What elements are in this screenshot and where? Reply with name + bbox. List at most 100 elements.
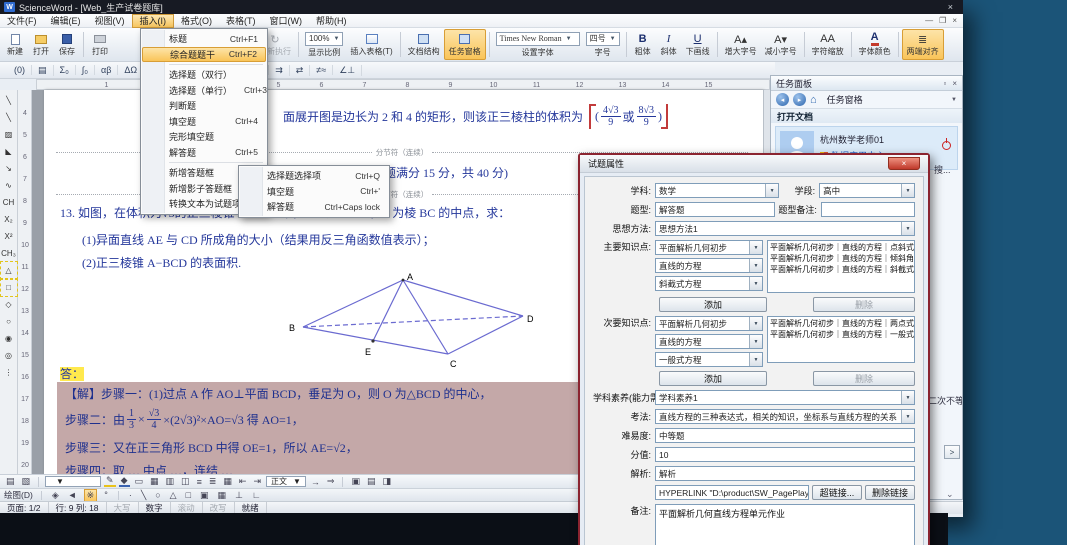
view-mode-icon[interactable]: ◨ <box>380 476 393 487</box>
indent-decrease-icon[interactable]: ⇤ <box>237 476 249 487</box>
menu-insert[interactable]: 插入(I) <box>132 14 175 28</box>
circle-tool-icon[interactable]: ○ <box>153 490 162 500</box>
draw-menu-button[interactable]: 绘图(D) <box>4 489 33 501</box>
primary-delete-button[interactable]: 删除 <box>813 297 915 312</box>
dialog-close-button[interactable]: × <box>888 157 920 170</box>
forward-button[interactable]: ▸ <box>793 93 806 106</box>
menu-item-choice-single[interactable]: 选择题（单行）Ctrl+3 <box>142 83 266 99</box>
menu-file[interactable]: 文件(F) <box>0 14 44 28</box>
mdi-minimize-icon[interactable]: — <box>925 16 933 25</box>
remark-textarea[interactable]: 平面解析几何直线方程单元作业 <box>655 504 915 545</box>
italic-button[interactable]: I斜体 <box>656 29 682 60</box>
shading-icon[interactable]: ▦ <box>148 476 161 487</box>
pane-selector[interactable]: 任务窗格 <box>827 93 863 106</box>
secondary-dd-1[interactable]: 平面解析几何初步 <box>655 316 763 331</box>
vertical-ruler[interactable]: 4567891011121314151617181920 <box>18 90 32 474</box>
secondary-knowledge-list[interactable]: 平面解析几何初步｜直线的方程｜两点式方程平面解析几何初步｜直线的方程｜一般式方程 <box>767 316 915 363</box>
table-grid-icon[interactable]: ▦ <box>221 476 234 487</box>
difficulty-input[interactable]: 中等题 <box>655 428 915 443</box>
secondary-delete-button[interactable]: 删除 <box>813 371 915 386</box>
secondary-dd-3[interactable]: 一般式方程 <box>655 352 763 367</box>
primary-dd-2[interactable]: 直线的方程 <box>655 258 763 273</box>
grow-font-button[interactable]: A▴增大字号 <box>721 29 761 60</box>
hyperlink-button[interactable]: 超链接... <box>812 485 862 500</box>
menu-view[interactable]: 视图(V) <box>88 14 132 28</box>
justify-button[interactable]: ≣两端对齐 <box>902 29 944 60</box>
save-button[interactable]: 保存 <box>54 29 80 60</box>
menu-item-fill-blank[interactable]: 填空题Ctrl+4 <box>142 114 266 130</box>
format-clear-icon[interactable]: ▧ <box>20 476 33 487</box>
stage-select[interactable]: 高中 <box>819 183 915 198</box>
align-justify-icon[interactable]: ≣ <box>207 476 219 487</box>
open-button[interactable]: 打开 <box>28 29 54 60</box>
quick-style-select[interactable]: ▼ <box>45 476 101 487</box>
shrink-font-button[interactable]: A▾减小字号 <box>761 29 801 60</box>
pushpin-icon[interactable]: ◄ <box>66 490 79 500</box>
mdi-restore-icon[interactable]: ❐ <box>939 16 946 25</box>
border-icon[interactable]: ▭ <box>133 476 146 487</box>
image-tool-icon[interactable]: ▣ <box>198 490 211 501</box>
panel-scroll-icon[interactable]: ⌄ <box>946 489 954 500</box>
menu-edit[interactable]: 编辑(E) <box>44 14 88 28</box>
menu-item-composite-stem[interactable]: 综合题题干Ctrl+F2 <box>142 47 266 63</box>
window-close-button[interactable]: × <box>942 2 959 12</box>
panel-search-sliver[interactable]: 搜... <box>934 163 962 176</box>
kaofa-select[interactable]: 直线方程的三种表达式，相关的知识，坐标系与直线方程的关系 <box>655 409 915 424</box>
menu-window[interactable]: 窗口(W) <box>263 14 310 28</box>
qtype-input[interactable]: 解答题 <box>655 202 775 217</box>
menu-item-cloze[interactable]: 完形填空题 <box>142 129 266 145</box>
menu-table[interactable]: 表格(T) <box>219 14 263 28</box>
chart-tool-icon[interactable]: ▦ <box>216 490 229 501</box>
logout-power-icon[interactable] <box>942 141 951 150</box>
mdi-close-icon[interactable]: × <box>952 16 957 25</box>
task-pane-button[interactable]: 任务窗格 <box>444 29 486 60</box>
literacy-select[interactable]: 学科素养1 <box>655 390 915 405</box>
method-select[interactable]: 思想方法1 <box>655 221 915 236</box>
submenu-item-choice-option[interactable]: 选择题选择项Ctrl+Q <box>240 168 388 184</box>
submenu-item-free-response[interactable]: 解答题Ctrl+Caps lock <box>240 199 388 215</box>
new-button[interactable]: 新建 <box>2 29 28 60</box>
select-object-icon[interactable]: ◈ <box>50 490 61 501</box>
hyperlink-input[interactable]: HYPERLINK "D:\product\SW_PagePlayer说明书_H… <box>655 485 809 500</box>
secondary-add-button[interactable]: 添加 <box>659 371 767 386</box>
angle-mark-icon[interactable]: ∟ <box>250 490 263 500</box>
format-painter-icon[interactable]: ▤ <box>4 476 17 487</box>
pin-icon[interactable]: ▫ <box>943 79 946 88</box>
drawing-tools-sidebar[interactable]: ╲╲▨◣↘∿CHX₂X²CH₃△□◇○◉◎⋮ <box>0 90 18 474</box>
symbol-toolbar[interactable]: (0)▤Σ₀∫₀αβΔΩ∀ℏ+×∈≤∧∨+∞⇉⇄≠≈∠⊥ <box>0 62 775 79</box>
zoom-select[interactable]: 100%▼ <box>305 32 343 46</box>
menu-item-choice-double[interactable]: 选择题（双行） <box>142 67 266 83</box>
perpendicular-icon[interactable]: ⊥ <box>233 490 245 501</box>
paragraph-style-select[interactable]: 正文▼ <box>266 476 306 487</box>
rect-tool-icon[interactable]: □ <box>184 490 193 500</box>
char-scale-button[interactable]: AA字符缩放 <box>808 29 848 60</box>
fill-color-icon[interactable]: ◆ <box>119 476 130 487</box>
panel-next-button[interactable]: > <box>944 445 960 459</box>
score-input[interactable]: 10 <box>655 447 915 462</box>
menu-item-free-response[interactable]: 解答题Ctrl+5 <box>142 145 266 161</box>
columns-icon[interactable]: ◫ <box>179 476 192 487</box>
menu-item-title[interactable]: 标题Ctrl+F1 <box>142 31 266 47</box>
subject-select[interactable]: 数学 <box>655 183 779 198</box>
double-arrow-icon[interactable]: ⇒ <box>325 476 337 487</box>
triangle-tool-icon[interactable]: △ <box>168 490 179 501</box>
chevron-down-icon[interactable]: ▼ <box>951 97 957 103</box>
insert-table-button[interactable]: 插入表格(T) <box>346 29 396 60</box>
line-tool-icon[interactable]: ╲ <box>139 490 148 501</box>
bold-button[interactable]: B粗体 <box>630 29 656 60</box>
secondary-dd-2[interactable]: 直线的方程 <box>655 334 763 349</box>
indent-increase-icon[interactable]: ⇥ <box>251 476 263 487</box>
angle-icon[interactable]: ° <box>102 490 110 500</box>
arrow-right-icon[interactable]: → <box>309 477 322 487</box>
primary-dd-1[interactable]: 平面解析几何初步 <box>655 240 763 255</box>
submenu-item-fill-blank[interactable]: 填空题Ctrl+' <box>240 184 388 200</box>
remove-link-button[interactable]: 删除链接 <box>865 485 915 500</box>
font-color-button[interactable]: A字体颜色 <box>855 29 895 60</box>
qtype-note-input[interactable] <box>821 202 915 217</box>
analysis-input[interactable]: 解析 <box>655 466 915 481</box>
grid-icon[interactable]: ▥ <box>164 476 177 487</box>
underline-button[interactable]: U下画线 <box>682 29 714 60</box>
panel-list-item-sliver[interactable]: 二次不等 <box>928 394 962 407</box>
snap-grid-icon[interactable]: ※ <box>84 489 98 502</box>
menu-help[interactable]: 帮助(H) <box>309 14 354 28</box>
